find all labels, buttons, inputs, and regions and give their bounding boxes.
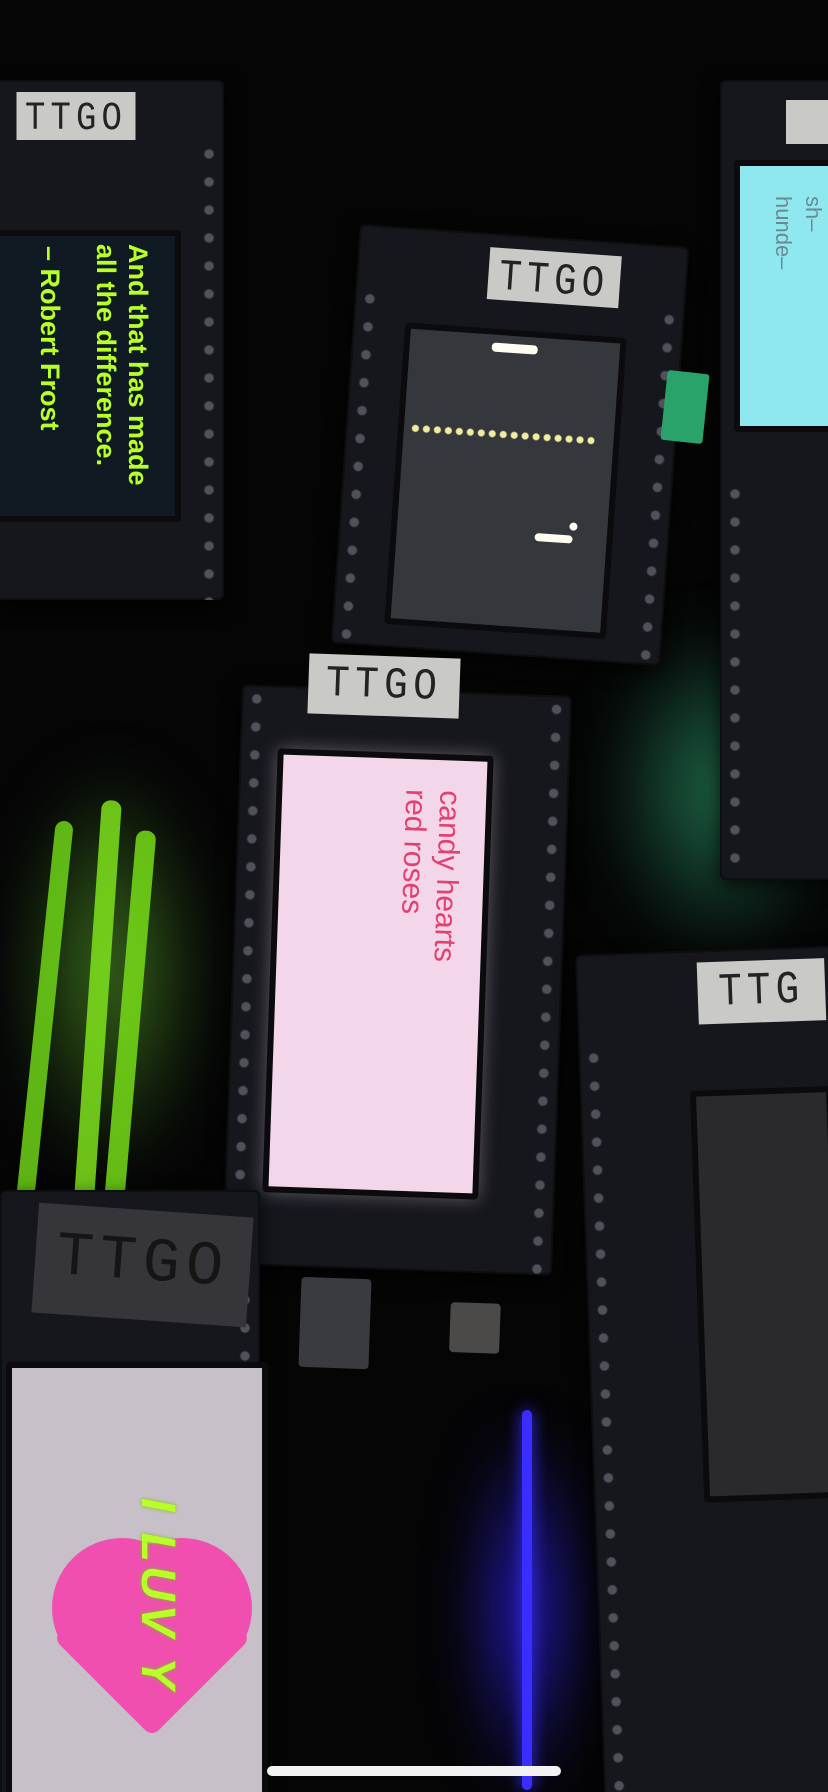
home-indicator[interactable] (267, 1766, 561, 1776)
ttgo-label: TTGO (307, 653, 461, 719)
pin-header (634, 305, 682, 666)
photo-scene: TTGO And that has made all the differenc… (0, 0, 828, 1792)
game-screen (384, 322, 627, 640)
cyan-text-line-2: hunde– (771, 196, 796, 270)
cyan-text-line-1: sh– (801, 196, 826, 232)
quote-attribution: – Robert Frost (35, 246, 65, 431)
quote-screen: And that has made all the difference. – … (0, 230, 181, 522)
pin-header (525, 695, 569, 1276)
pin-header (724, 480, 746, 880)
board-top-right: sh– hunde– (720, 80, 828, 880)
ttgo-label: TTGO (31, 1202, 254, 1328)
ttgo-label: TTGO (16, 92, 136, 140)
blue-led-light (522, 1410, 532, 1790)
ttgo-label-partial (786, 100, 828, 144)
heart-screen: I LUV Y (6, 1362, 268, 1792)
red-roses-line: red roses (395, 788, 433, 915)
dotted-line (409, 423, 595, 445)
green-light-streaks (0, 790, 170, 1211)
quote-line-1: And that has made (123, 244, 153, 486)
board-top-center: TTGO (330, 224, 690, 666)
button (449, 1302, 501, 1354)
board-bottom-right: TTG (575, 945, 828, 1792)
ttgo-label: TTG (696, 958, 827, 1025)
paddle-bottom (534, 532, 573, 544)
board-top-left: TTGO And that has made all the differenc… (0, 80, 224, 600)
pin-header (582, 1043, 632, 1792)
paddle-top (491, 342, 538, 355)
blank-screen (689, 1085, 828, 1503)
ball (569, 522, 578, 531)
valentine-screen: candy hearts red roses (262, 748, 494, 1200)
pin-header (334, 284, 382, 645)
candy-hearts-line: candy hearts (427, 789, 467, 963)
cyan-screen: sh– hunde– (734, 160, 828, 432)
quote-line-2: all the difference. (91, 244, 121, 467)
i-luv-text: I LUV Y (131, 1498, 184, 1694)
usb-connector (298, 1276, 372, 1370)
green-tab (660, 369, 710, 445)
pin-header (198, 140, 220, 600)
ttgo-label: TTGO (486, 247, 622, 310)
